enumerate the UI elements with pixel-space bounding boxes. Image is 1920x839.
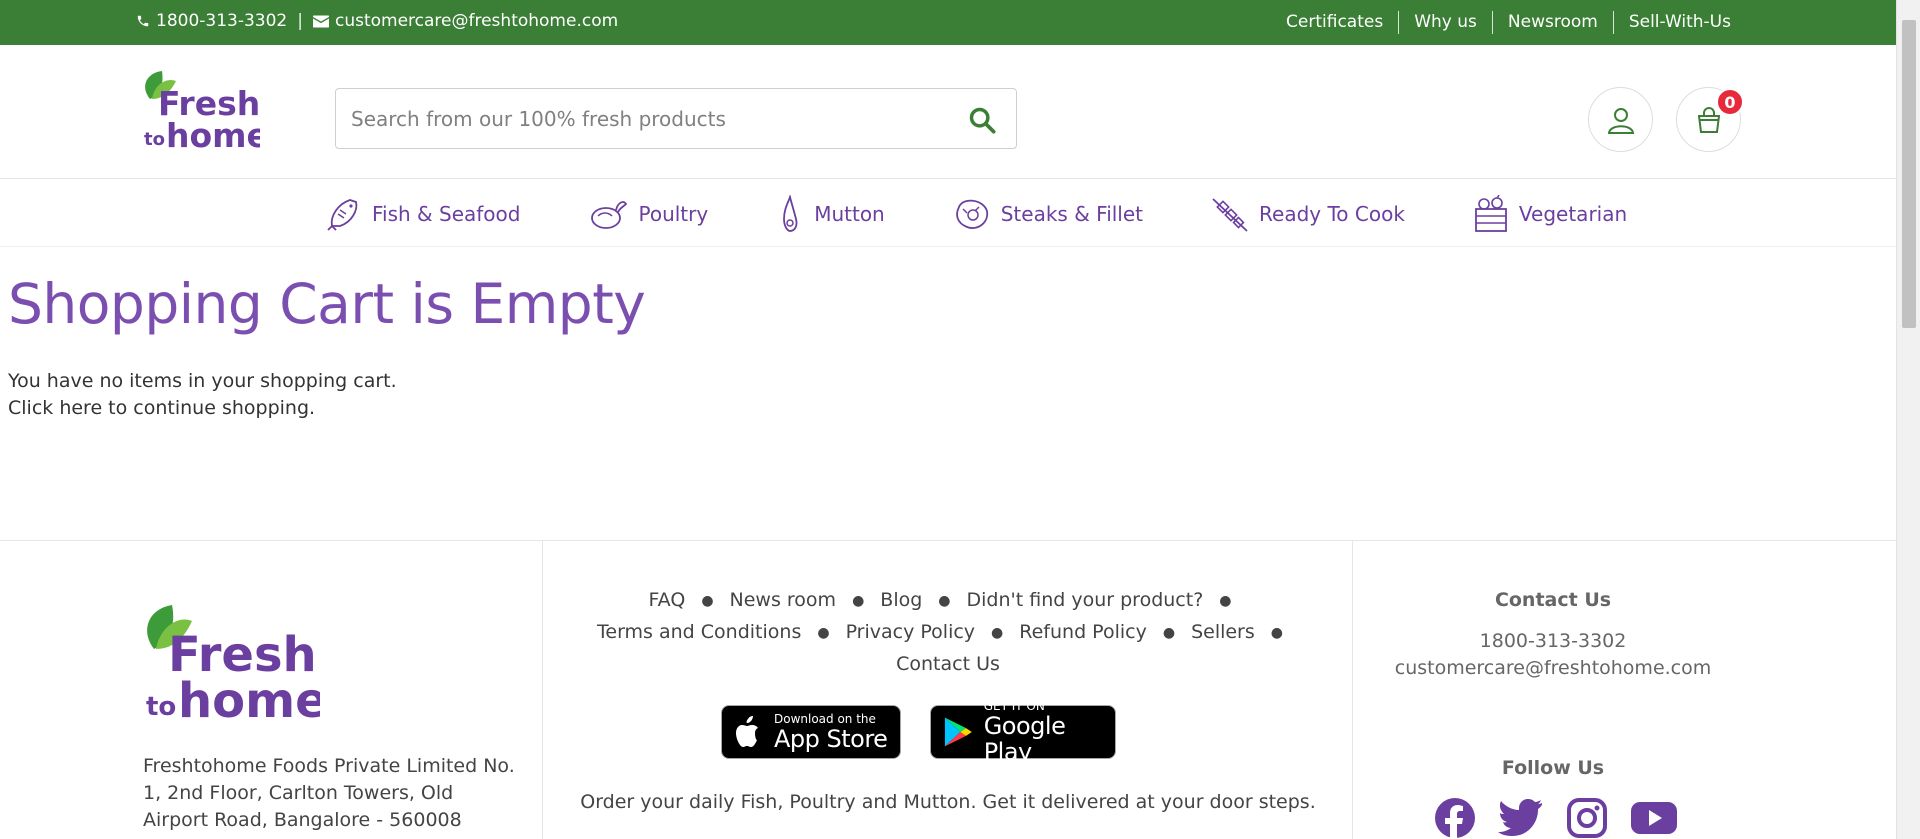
continue-shopping-text: to continue shopping. [102,397,316,419]
footer-link-refund[interactable]: Refund Policy [1019,621,1147,643]
top-link-sell-with-us[interactable]: Sell-With-Us [1612,11,1746,34]
link-separator: ● [1162,625,1176,641]
account-button[interactable] [1588,87,1653,152]
app-store-big-text: App Store [774,724,888,753]
link-separator: ● [938,593,951,609]
chicken-icon [591,201,628,229]
follow-title: Follow Us [1501,757,1605,779]
footer-link-terms[interactable]: Terms and Conditions [597,621,801,643]
footer-link-blog[interactable]: Blog [880,589,922,611]
svg-text:to: to [144,129,165,150]
social-links [1434,797,1678,839]
category-label: Mutton [814,202,885,226]
contact-title: Contact Us [1494,589,1612,611]
app-store-button[interactable]: Download on the App Store [721,705,901,759]
category-label: Vegetarian [1518,202,1628,226]
category-label: Ready To Cook [1259,202,1405,226]
footer-contact: Contact Us 1800-313-3302 customercare@fr… [1353,541,1896,839]
empty-cart-message: You have no items in your shopping cart.… [8,368,397,422]
skewer-icon [1212,198,1248,232]
top-link-certificates[interactable]: Certificates [1271,11,1398,34]
fish-icon [327,199,358,231]
continue-shopping-line: Click here to continue shopping. [8,395,397,422]
search-box [335,88,1017,149]
empty-cart-text: You have no items in your shopping cart. [8,370,397,392]
footer-link-privacy[interactable]: Privacy Policy [846,621,975,643]
footer-links-column: FAQ ● News room ● Blog ● Didn't find your prod… [543,541,1353,839]
top-link-newsroom[interactable]: Newsroom [1491,11,1613,34]
page: 1800-313-3302 | customercare@freshtohome… [0,0,1896,839]
youtube-icon[interactable] [1630,797,1678,839]
link-separator: ● [852,593,865,609]
footer-link-faq[interactable]: FAQ [649,589,686,611]
scrollbar-thumb[interactable] [1902,20,1916,328]
twitter-icon[interactable] [1498,797,1544,839]
phone-icon [137,15,149,27]
contact-divider: | [297,11,303,31]
apple-icon [736,716,758,747]
svg-text:home: home [166,116,260,151]
category-steaks-fillet[interactable]: Steaks & Fillet [953,195,1143,233]
vegetable-basket-icon [1475,195,1507,232]
contact-phone[interactable]: 1800-313-3302 [1353,630,1753,652]
footer-link-didnt-find[interactable]: Didn't find your product? [967,589,1204,611]
category-mutton[interactable]: Mutton [776,195,885,233]
top-links: Certificates Why us Newsroom Sell-With-U… [1271,11,1746,34]
vertical-scrollbar[interactable] [1896,0,1920,839]
contact-email[interactable]: customercare@freshtohome.com [1353,657,1753,679]
category-label: Poultry [638,202,709,226]
link-separator: ● [1219,593,1232,609]
footer-tagline: Order your daily Fish, Poultry and Mutto… [580,791,1316,813]
continue-shopping-link[interactable]: Click here [8,397,102,419]
top-bar: 1800-313-3302 | customercare@freshtohome… [0,0,1896,45]
google-play-big-text: Google Play [983,711,1066,766]
phone-link[interactable]: 1800-313-3302 [136,11,287,31]
google-play-button[interactable]: GET IT ON Google Play [930,699,1116,765]
link-separator: ● [817,625,830,641]
svg-text:to: to [146,692,176,722]
category-nav: Fish & Seafood Poultry Mutton Steaks & F… [0,180,1896,247]
email-link[interactable]: customercare@freshtohome.com [312,11,618,31]
search-icon[interactable] [968,106,996,134]
svg-text:home: home [178,673,320,725]
footer-link-contact-us[interactable]: Contact Us [896,653,1000,675]
top-contact: 1800-313-3302 | customercare@freshtohome… [136,11,618,31]
facebook-icon[interactable] [1434,797,1476,839]
category-label: Steaks & Fillet [1000,202,1144,226]
user-icon [1607,107,1634,134]
cart-count-badge: 0 [1716,88,1744,116]
footer-links: FAQ ● News room ● Blog ● Didn't find your prod… [543,585,1353,680]
google-play-icon [944,717,972,747]
steak-icon [955,199,988,229]
company-address: Freshtohome Foods Private Limited No. 1,… [143,755,515,831]
mutton-icon [783,195,798,232]
page-title: Shopping Cart is Empty [8,272,646,336]
category-ready-to-cook[interactable]: Ready To Cook [1211,195,1405,233]
footer: Fresh to home Freshtohome Foods Private … [0,540,1896,839]
google-play-small-text: GET IT ON [983,698,1045,713]
category-label: Fish & Seafood [372,202,521,226]
search-input[interactable] [351,89,951,148]
footer-link-sellers[interactable]: Sellers [1191,621,1255,643]
link-separator: ● [1270,625,1283,641]
app-store-small-text: Download on the [774,711,876,726]
category-fish-seafood[interactable]: Fish & Seafood [326,196,520,232]
freshtohome-logo[interactable]: Fresh to home [140,69,260,151]
footer-company: Fresh to home Freshtohome Foods Private … [0,541,543,839]
footer-link-news-room[interactable]: News room [730,589,837,611]
link-separator: ● [991,625,1004,641]
link-separator: ● [701,593,714,609]
envelope-icon [312,15,329,28]
top-link-why-us[interactable]: Why us [1398,11,1492,34]
instagram-icon[interactable] [1566,797,1608,839]
footer-logo[interactable]: Fresh to home [140,603,320,725]
category-vegetarian[interactable]: Vegetarian [1473,195,1627,233]
category-poultry[interactable]: Poultry [588,196,708,232]
header: Fresh to home 0 [0,45,1896,179]
